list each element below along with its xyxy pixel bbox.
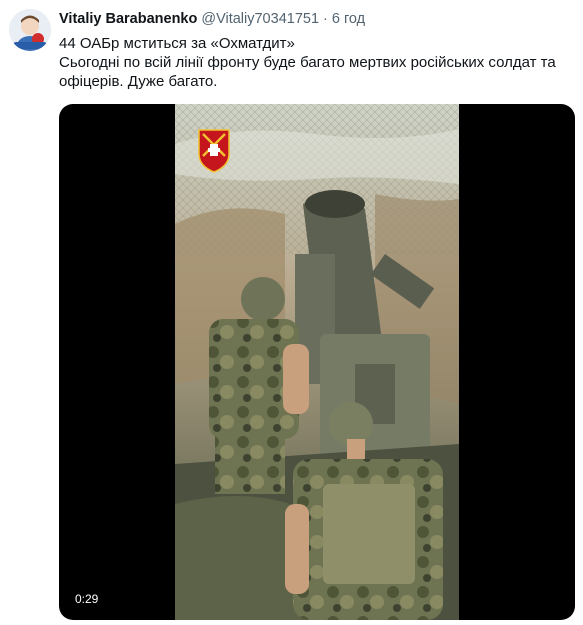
video-frame <box>175 104 459 620</box>
avatar[interactable] <box>9 9 51 51</box>
tweet-text-line-1: 44 ОАБр мститься за «Охматдит» <box>59 35 295 52</box>
author-name[interactable]: Vitaliy Barabanenko <box>59 11 197 27</box>
tweet-text-line-2: Сьогодні по всій лінії фронту буде багат… <box>59 54 556 90</box>
tweet-header: Vitaliy Barabanenko @Vitaliy70341751 · 6 го… <box>59 10 573 29</box>
tweet: Vitaliy Barabanenko @Vitaliy70341751 · 6 го… <box>0 0 583 625</box>
separator-dot: · <box>323 11 328 27</box>
video-player[interactable]: 0:29 <box>59 104 575 620</box>
tweet-time[interactable]: 6 год <box>332 11 365 27</box>
author-handle[interactable]: @Vitaliy70341751 <box>201 11 319 27</box>
tweet-text: 44 ОАБр мститься за «Охматдит» Сьогодні … <box>59 34 569 91</box>
unit-emblem-icon <box>198 129 230 173</box>
avatar-image <box>9 9 51 51</box>
video-duration: 0:29 <box>75 592 99 606</box>
